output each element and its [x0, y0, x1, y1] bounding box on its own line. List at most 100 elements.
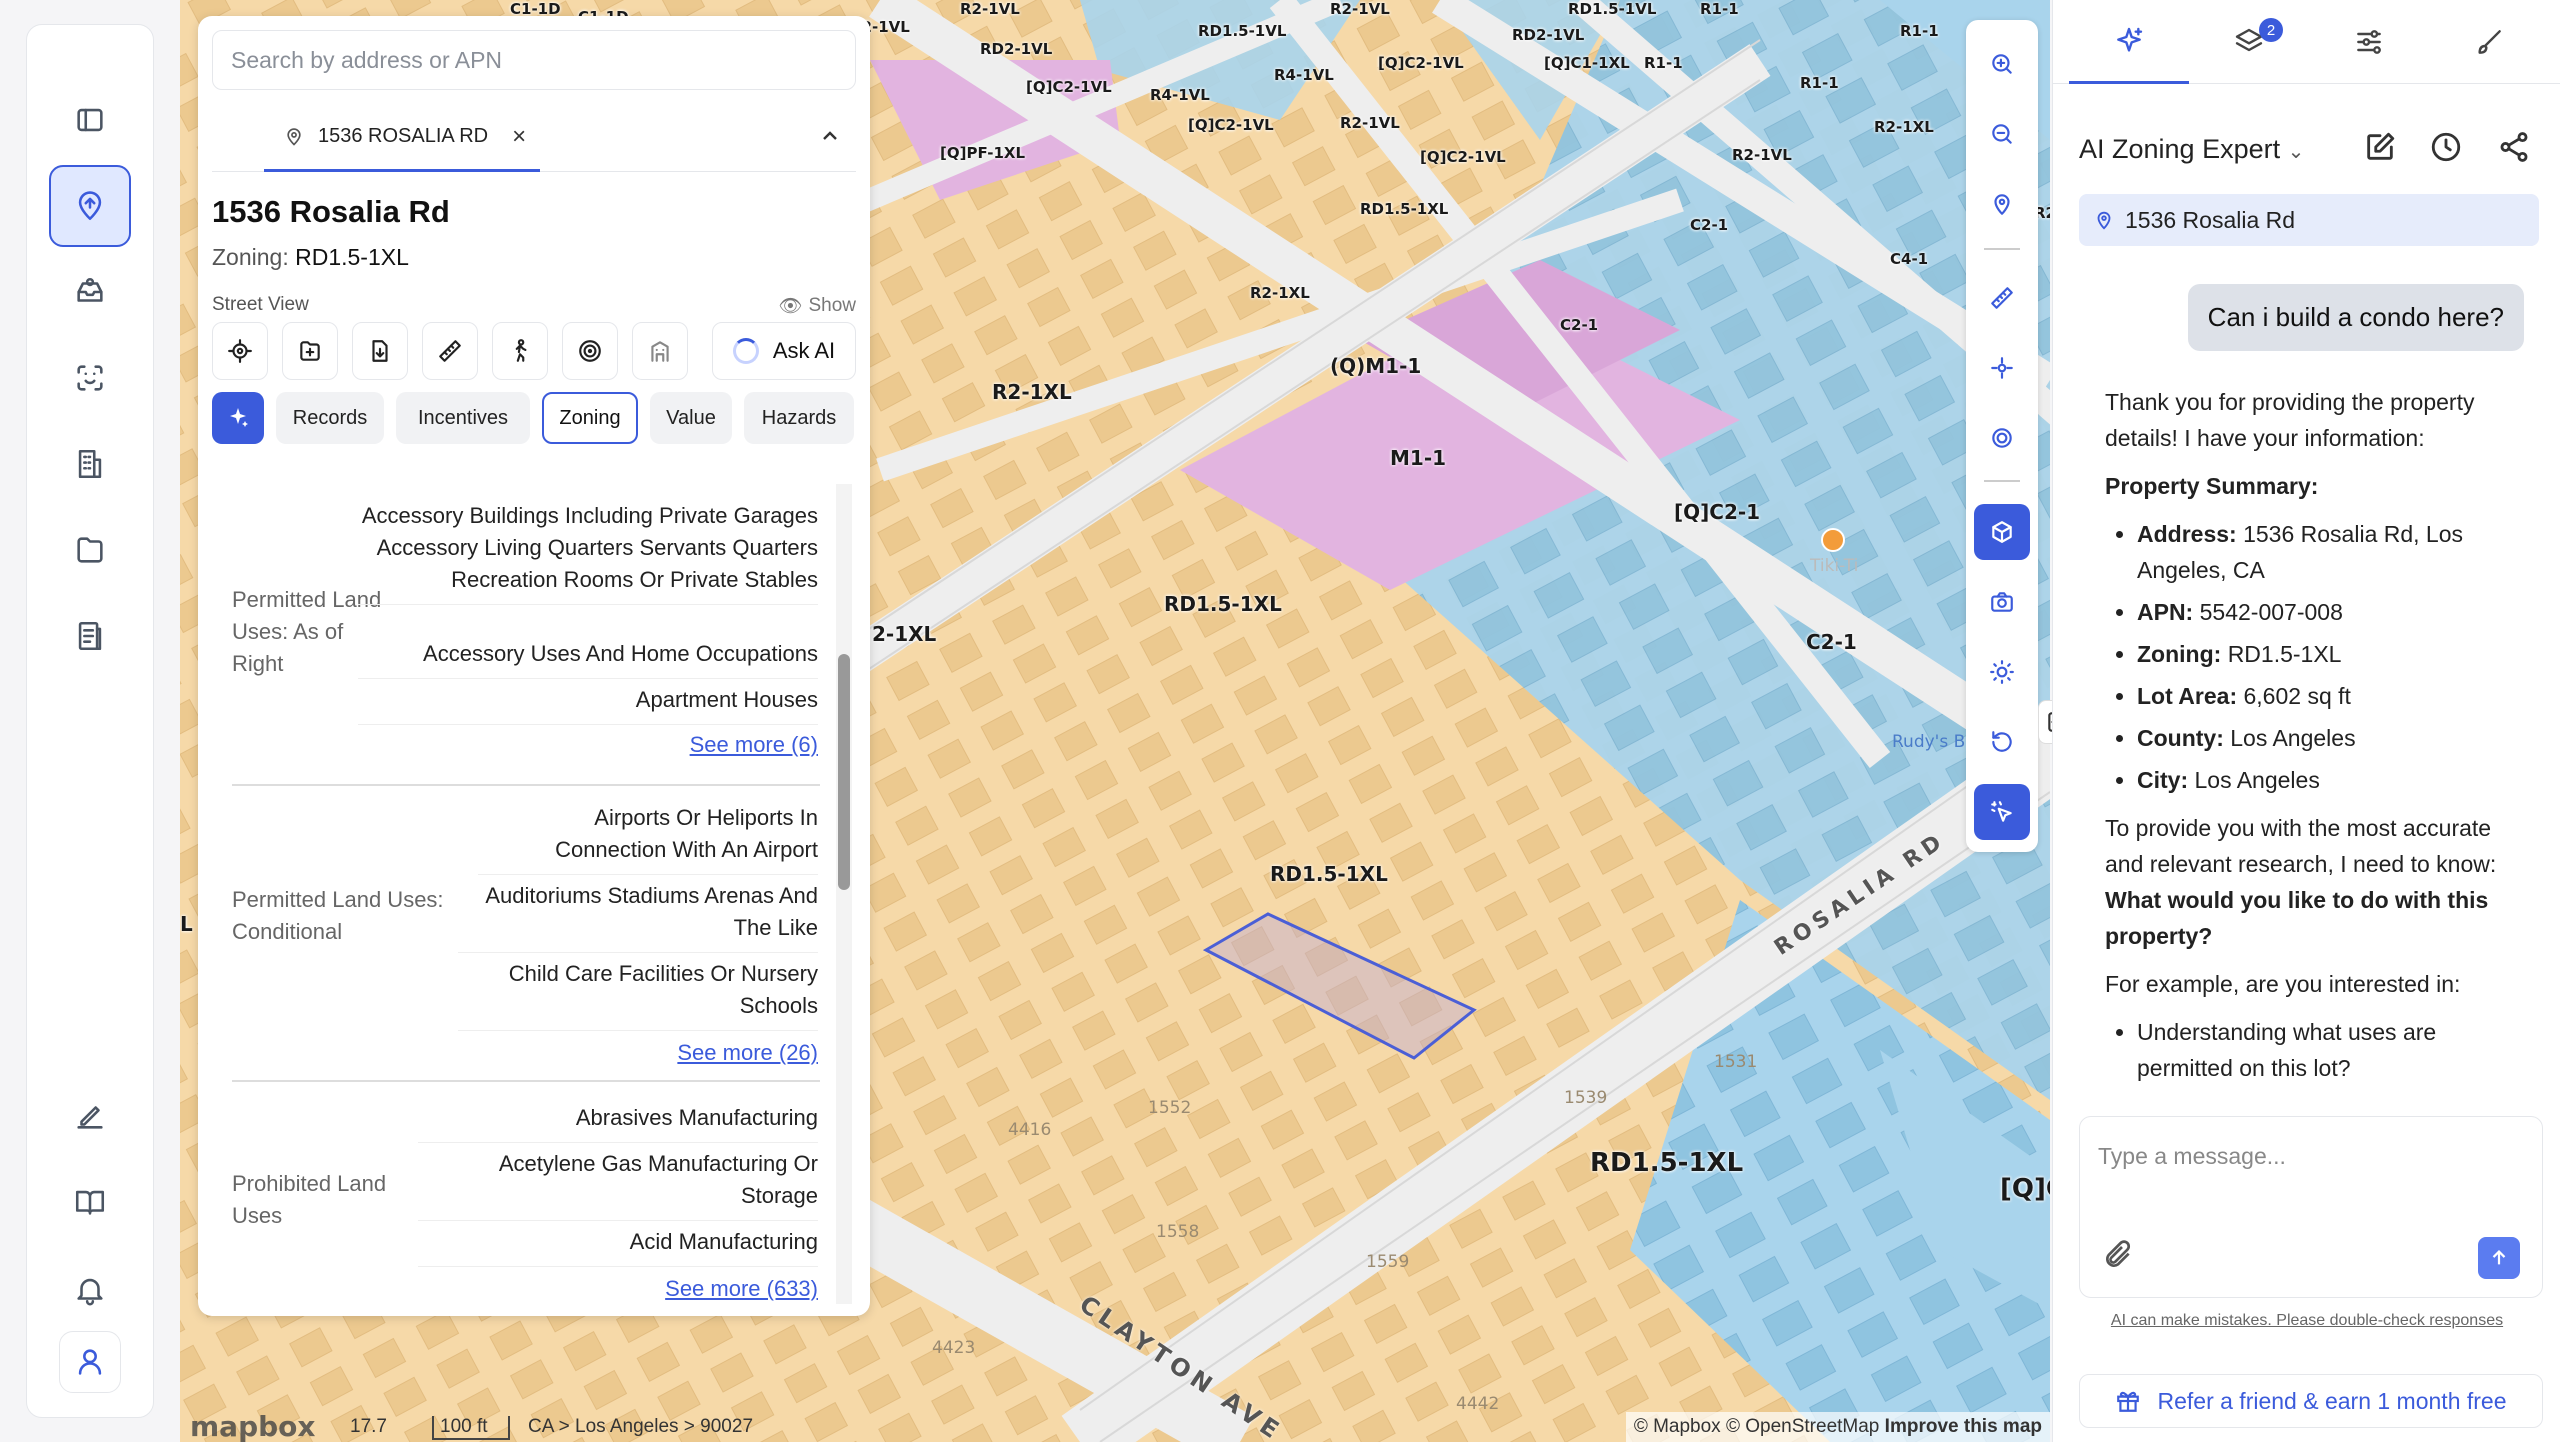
ruler-icon [439, 340, 461, 362]
reset-view-button[interactable] [1974, 714, 2030, 770]
zoom-level: 17.7 [350, 1416, 387, 1437]
message-input[interactable] [2098, 1131, 2518, 1181]
save-folder-button[interactable] [282, 322, 338, 380]
pin-button[interactable] [1974, 176, 2030, 232]
improve-map-link[interactable]: Improve this map [1885, 1416, 2042, 1437]
zone-label: R1-1 [1900, 22, 1939, 40]
refer-friend-button[interactable]: Refer a friend & earn 1 month free [2079, 1374, 2543, 1428]
edit-nav-button[interactable] [49, 1075, 131, 1157]
notifications-nav-button[interactable] [49, 1249, 131, 1331]
collapse-button[interactable] [818, 124, 846, 152]
context-address-label: 1536 Rosalia Rd [2125, 206, 2296, 233]
user-icon [78, 1349, 102, 1375]
send-button[interactable] [2478, 1237, 2520, 1279]
land-use-item: Auditoriums Stadiums Arenas And The Like [458, 880, 818, 953]
file-download-icon [372, 340, 388, 362]
zone-label: [Q]C2-1 [1674, 500, 1761, 524]
share-button[interactable] [2497, 130, 2537, 170]
zone-label: R1-1 [1644, 54, 1683, 72]
tab-layers[interactable]: 2 [2189, 0, 2309, 84]
street-view-show-toggle[interactable]: 👁 Show [778, 294, 856, 318]
zone-label: C4-1 [1890, 250, 1929, 268]
ask-ai-button[interactable]: Ask AI [712, 322, 856, 380]
arrow-up-icon [2492, 1250, 2506, 1265]
tab-records[interactable]: Records [276, 392, 384, 444]
folder-icon [77, 537, 103, 563]
new-chat-button[interactable] [2363, 130, 2403, 170]
inbox-nav-button[interactable] [49, 251, 131, 333]
clock-icon [2431, 132, 2461, 162]
tab-draw[interactable] [2429, 0, 2549, 84]
panel-toolbar: Ask AI [212, 322, 856, 384]
see-more-link[interactable]: See more (633) [665, 1276, 818, 1302]
profile-button[interactable] [59, 1331, 121, 1393]
address-number: 1558 [1156, 1222, 1200, 1242]
mapbox-logo[interactable]: mapbox [190, 1410, 315, 1442]
map-pin-icon [78, 191, 102, 221]
ask-ai-label: Ask AI [772, 338, 836, 363]
radius-tool-button[interactable] [1974, 410, 2030, 466]
tab-incentives[interactable]: Incentives [396, 392, 530, 444]
walking-icon [515, 339, 527, 362]
tab-filters[interactable] [2309, 0, 2429, 84]
land-use-section: Prohibited Land Uses Abrasives Manufactu… [212, 1090, 840, 1306]
tab-zoning[interactable]: Zoning [542, 392, 638, 444]
zone-label: [Q]C2-1VL [1188, 116, 1274, 134]
zone-label: R2-1XL [1250, 284, 1310, 302]
section-divider [232, 1080, 820, 1082]
scrollbar-thumb[interactable] [838, 654, 850, 890]
attribution-osm[interactable]: © OpenStreetMap [1726, 1416, 1879, 1437]
see-more-link[interactable]: See more (26) [677, 1040, 818, 1066]
fact-item: Address: 1536 Rosalia Rd, Los Angeles, C… [2137, 516, 2525, 588]
guide-nav-button[interactable] [49, 1161, 131, 1243]
sidebar-toggle-button[interactable] [49, 79, 131, 161]
export-button[interactable] [352, 322, 408, 380]
select-tool-button[interactable] [1974, 784, 2030, 840]
zone-label: RD2-1VL [980, 40, 1053, 58]
assistant-selector[interactable]: AI Zoning Expert ⌄ [2079, 134, 2304, 165]
tab-value[interactable]: Value [650, 392, 732, 444]
zone-label: R2-1VL [1340, 114, 1400, 132]
ai-disclaimer[interactable]: AI can make mistakes. Please double-chec… [2053, 1312, 2560, 1330]
attribution-mapbox[interactable]: © Mapbox [1634, 1416, 1721, 1437]
walk-button[interactable] [492, 322, 548, 380]
folder-nav-button[interactable] [49, 509, 131, 591]
3d-view-button[interactable] [1974, 504, 2030, 560]
building-icon [78, 449, 102, 479]
see-more-link[interactable]: See more (6) [690, 732, 818, 758]
gift-icon [2117, 1391, 2140, 1412]
ruler-icon [1991, 287, 2013, 309]
route-button[interactable] [1974, 340, 2030, 396]
panel-scrollbar[interactable] [836, 484, 852, 1304]
ai-scan-nav-button[interactable] [49, 337, 131, 419]
land-use-section: Permitted Land Uses: As of Right Accesso… [212, 486, 840, 776]
address-number: 4423 [932, 1338, 976, 1358]
measure-button[interactable] [422, 322, 478, 380]
search-input[interactable] [212, 30, 856, 90]
locate-button[interactable] [212, 322, 268, 380]
light-mode-button[interactable] [1974, 644, 2030, 700]
ai-tab[interactable] [212, 392, 264, 444]
zone-label: R4-1VL [1274, 66, 1334, 84]
tab-ai-chat[interactable] [2069, 0, 2189, 84]
reports-nav-button[interactable] [49, 595, 131, 677]
street-view-label: Street View [212, 294, 309, 315]
zoom-out-button[interactable] [1974, 106, 2030, 162]
radius-button[interactable] [562, 322, 618, 380]
attach-button[interactable] [2102, 1239, 2138, 1275]
buildings-nav-button[interactable] [49, 423, 131, 505]
options-list: Understanding what uses are permitted on… [2105, 1014, 2525, 1086]
tab-hazards[interactable]: Hazards [744, 392, 854, 444]
reply-question: What would you like to do with this prop… [2105, 887, 2489, 949]
section-label: Permitted Land Uses: Conditional [232, 887, 444, 944]
address-number: 1539 [1564, 1088, 1608, 1108]
close-icon[interactable]: × [512, 123, 526, 151]
screenshot-button[interactable] [1974, 574, 2030, 630]
map-nav-button[interactable] [49, 165, 131, 247]
history-button[interactable] [2429, 130, 2469, 170]
zoom-in-button[interactable] [1974, 36, 2030, 92]
show-label: Show [808, 295, 856, 316]
building-button[interactable] [632, 322, 688, 380]
property-tab[interactable]: 1536 ROSALIA RD × [264, 104, 540, 172]
measure-tool-button[interactable] [1974, 270, 2030, 326]
